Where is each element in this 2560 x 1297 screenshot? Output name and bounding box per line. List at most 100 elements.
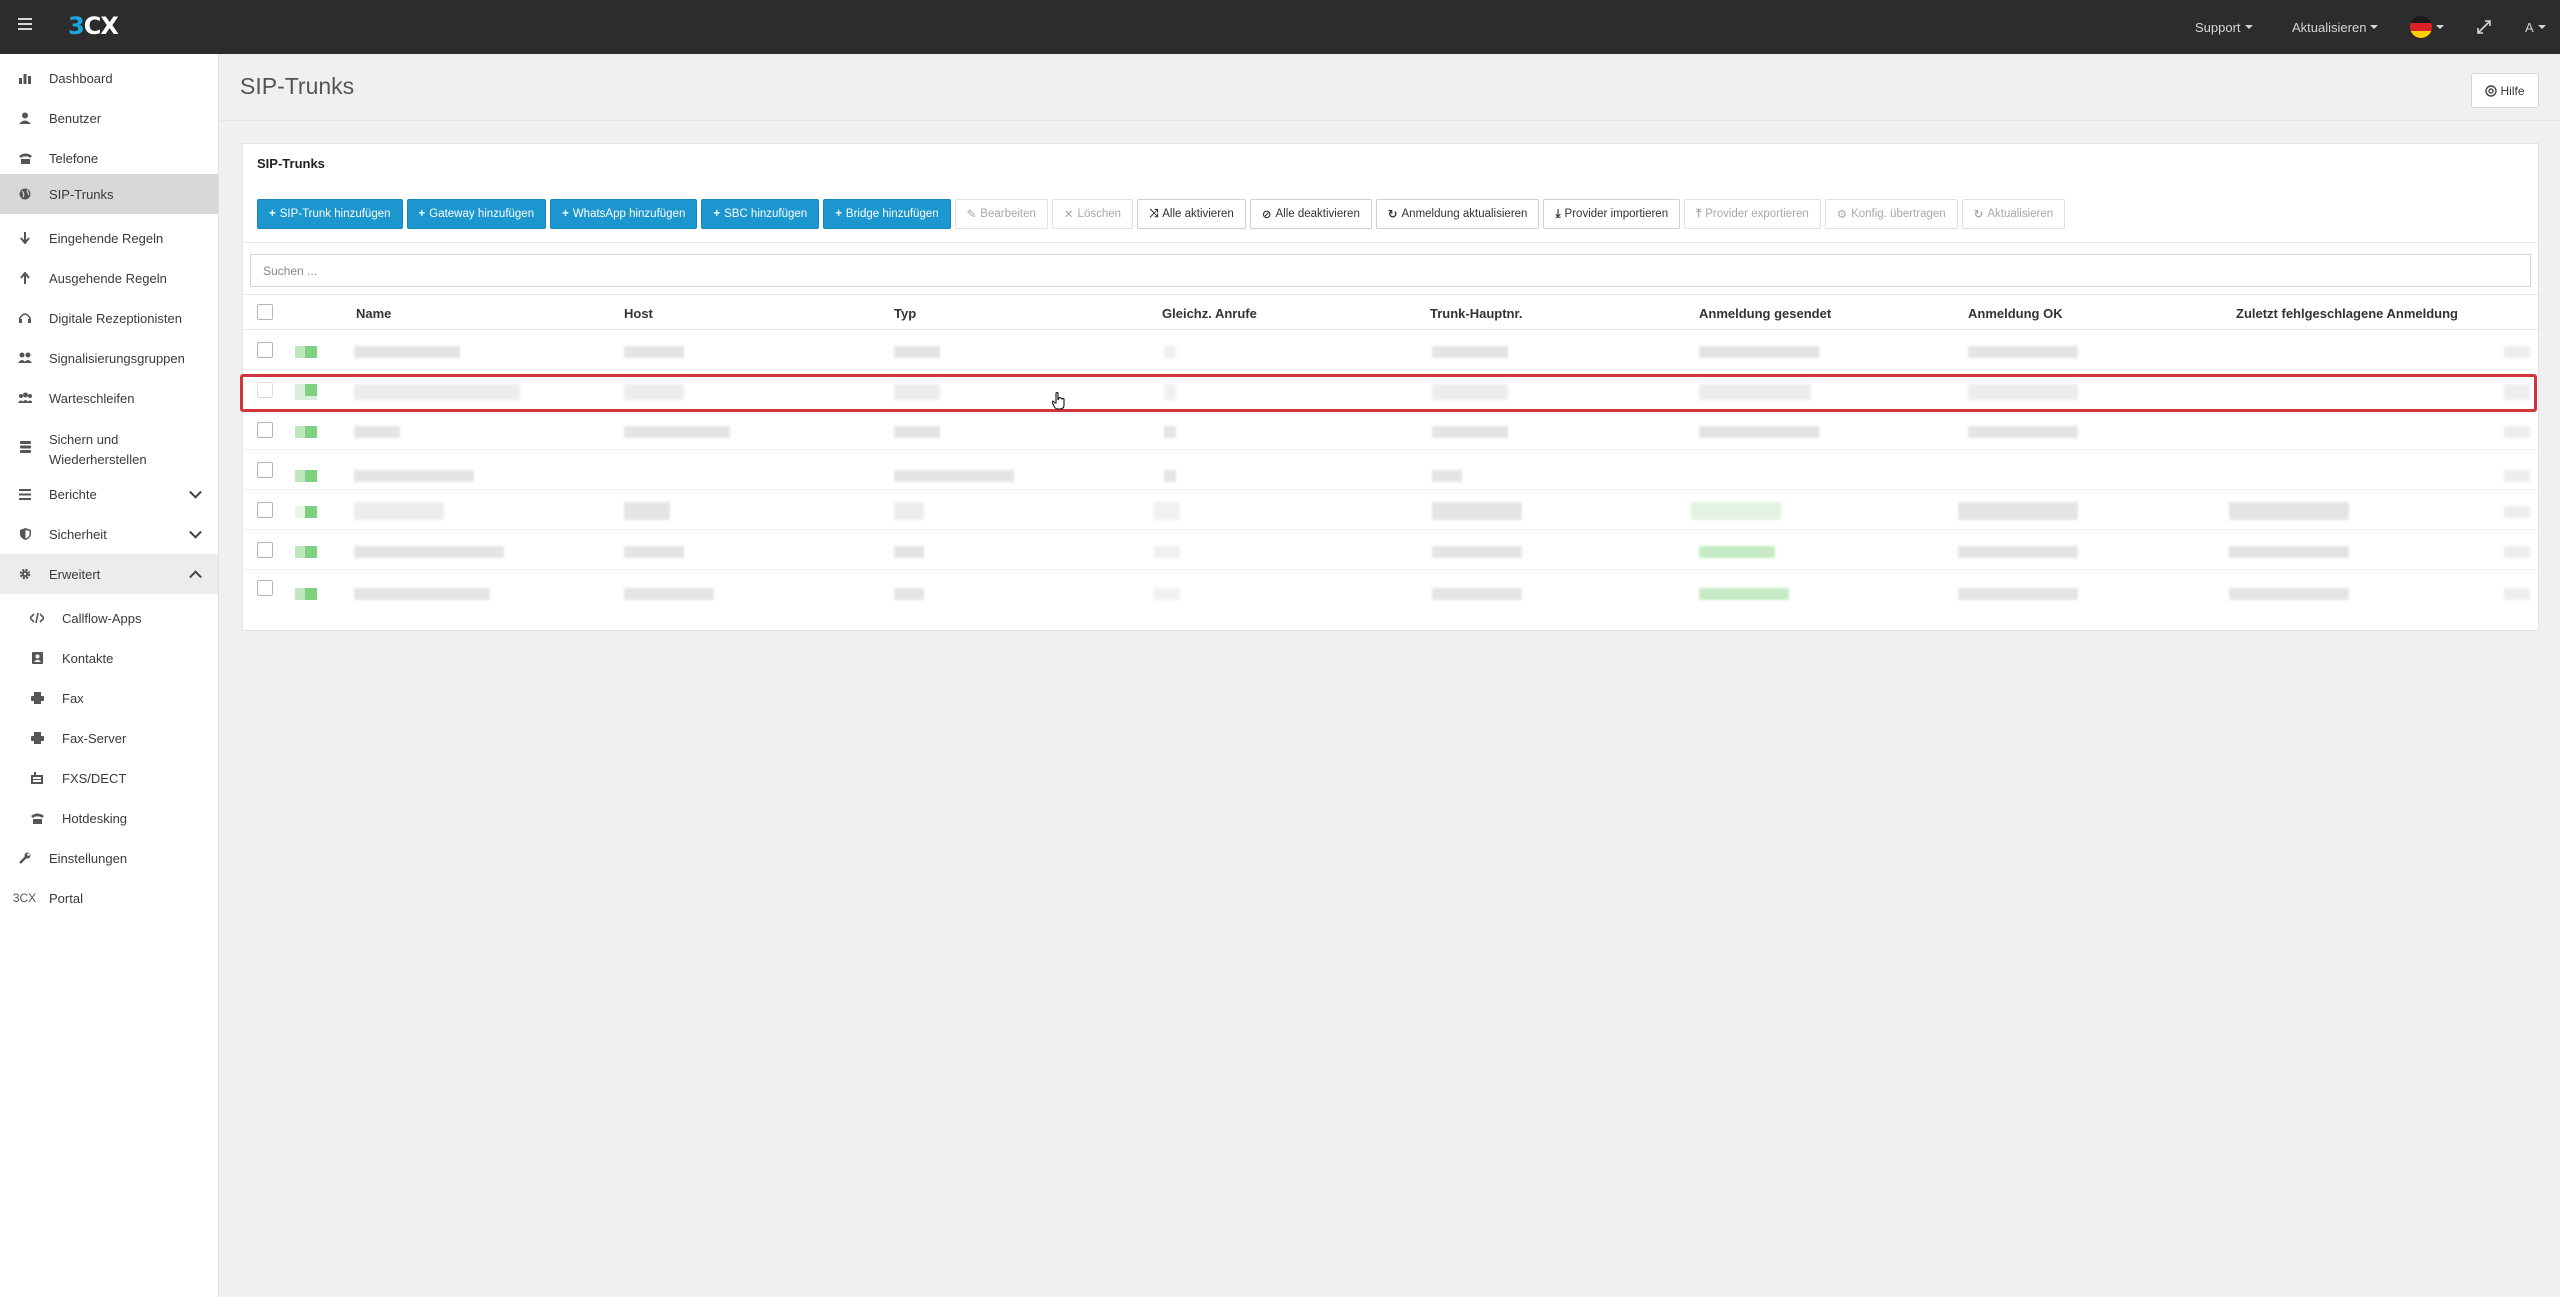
sidebar-item-einstellungen[interactable]: Einstellungen <box>0 842 218 874</box>
add-whatsapp-button[interactable]: + WhatsApp hinzufügen <box>550 199 698 229</box>
user-menu[interactable]: A <box>2525 0 2546 54</box>
redacted-registration-sent <box>1699 546 1775 558</box>
enable-all-button[interactable]: ⤨ Alle aktivieren <box>1137 199 1246 229</box>
add-bridge-button[interactable]: + Bridge hinzufügen <box>823 199 951 229</box>
column-header-host[interactable]: Host <box>624 306 653 321</box>
sidebar-item-erweitert[interactable]: Erweitert <box>0 554 218 594</box>
sidebar-item-hotdesking[interactable]: Hotdesking <box>0 802 218 834</box>
button-label: Anmeldung aktualisieren <box>1401 208 1528 220</box>
app-logo[interactable]: 3CX <box>68 12 119 40</box>
hamburger-menu-icon[interactable] <box>18 18 32 30</box>
button-label: Provider exportieren <box>1705 208 1809 220</box>
import-provider-button[interactable]: ⤓ Provider importieren <box>1543 199 1681 229</box>
users-icon <box>18 351 32 365</box>
sidebar-item-berichte[interactable]: Berichte <box>0 478 218 510</box>
add-sip-trunk-button[interactable]: + SIP-Trunk hinzufügen <box>257 199 403 229</box>
push-config-button[interactable]: ⚙ Konfig. übertragen <box>1824 199 1958 229</box>
redacted-registration-ok <box>1958 588 2078 600</box>
column-header-concurrent-calls[interactable]: Gleichz. Anrufe <box>1162 306 1257 321</box>
row-checkbox[interactable] <box>257 342 273 358</box>
row-checkbox[interactable] <box>257 422 273 438</box>
column-header-registration-ok[interactable]: Anmeldung OK <box>1968 306 2063 321</box>
select-all-checkbox[interactable] <box>257 304 273 320</box>
sidebar-item-ausgehende-regeln[interactable]: Ausgehende Regeln <box>0 262 218 294</box>
refresh-registration-button[interactable]: ↻ Anmeldung aktualisieren <box>1375 199 1540 229</box>
delete-button[interactable]: ✕ Löschen <box>1051 199 1134 229</box>
sidebar-item-benutzer[interactable]: Benutzer <box>0 102 218 134</box>
page-title: SIP-Trunks <box>240 73 355 99</box>
group-icon <box>18 391 32 405</box>
sidebar-item-label: Fax <box>62 690 84 706</box>
column-header-last-failed-registration[interactable]: Zuletzt fehlgeschlagene Anmeldung <box>2236 306 2458 321</box>
row-checkbox[interactable] <box>257 580 273 596</box>
redacted-host <box>624 588 714 600</box>
redacted-last-failed <box>2229 502 2349 520</box>
search-input[interactable] <box>250 254 2531 287</box>
sidebar-item-label: Erweitert <box>49 566 101 582</box>
sidebar-item-warteschleifen[interactable]: Warteschleifen <box>0 382 218 414</box>
column-header-registration-sent[interactable]: Anmeldung gesendet <box>1699 306 1831 321</box>
arrow-up-icon <box>18 271 32 285</box>
disable-all-button[interactable]: ⊘ Alle deaktivieren <box>1249 199 1372 229</box>
german-flag-icon <box>2410 16 2432 38</box>
caret-down-icon <box>2436 25 2444 29</box>
sidebar-item-label: Sichern und Wiederherstellen <box>49 432 147 467</box>
table-row[interactable] <box>243 330 2538 370</box>
sidebar-item-eingehende-regeln[interactable]: Eingehende Regeln <box>0 222 218 254</box>
headset-icon <box>18 311 32 325</box>
caret-down-icon <box>2370 25 2379 29</box>
table-row[interactable] <box>243 570 2538 610</box>
column-header-trunk-main-number[interactable]: Trunk-Hauptnr. <box>1430 306 1522 321</box>
row-checkbox[interactable] <box>257 502 273 518</box>
sidebar-item-fxs-dect[interactable]: FXS/DECT <box>0 762 218 794</box>
chevron-down-icon <box>189 525 202 539</box>
export-provider-button[interactable]: ⤒ Provider exportieren <box>1684 199 1821 229</box>
add-sbc-button[interactable]: + SBC hinzufügen <box>701 199 820 229</box>
help-button[interactable]: Hilfe <box>2471 73 2539 108</box>
sip-trunks-panel: SIP-Trunks + SIP-Trunk hinzufügen + Gatewa… <box>242 143 2539 631</box>
redacted-row-end <box>2504 588 2530 600</box>
status-indicator <box>295 470 317 482</box>
row-checkbox[interactable] <box>257 382 273 398</box>
sidebar-item-fax[interactable]: Fax <box>0 682 218 714</box>
sidebar-item-label: Warteschleifen <box>49 390 135 406</box>
refresh-button[interactable]: ↻ Aktualisieren <box>1961 199 2066 229</box>
redacted-registration-ok <box>1968 426 2078 438</box>
sidebar-item-kontakte[interactable]: Kontakte <box>0 642 218 674</box>
language-menu[interactable] <box>2410 0 2444 54</box>
redacted-type <box>894 346 940 358</box>
table-row-highlighted[interactable] <box>243 370 2538 410</box>
sidebar-item-telefone[interactable]: Telefone <box>0 142 218 174</box>
sidebar-item-label: Eingehende Regeln <box>49 230 164 246</box>
wrench-icon <box>18 851 32 865</box>
globe-icon <box>18 187 32 201</box>
fullscreen-button[interactable] <box>2477 0 2491 54</box>
table-row[interactable] <box>243 530 2538 570</box>
support-menu[interactable]: Support <box>2195 0 2253 54</box>
edit-button[interactable]: ✎ Bearbeiten <box>954 199 1048 229</box>
table-row[interactable] <box>243 490 2538 530</box>
sidebar-item-digitale-rezeptionisten[interactable]: Digitale Rezeptionisten <box>0 302 218 334</box>
sidebar-item-signalisierungsgruppen[interactable]: Signalisierungsgruppen <box>0 342 218 374</box>
sidebar-item-sicherheit[interactable]: Sicherheit <box>0 518 218 550</box>
sidebar-item-callflow-apps[interactable]: Callflow-Apps <box>0 602 218 634</box>
add-gateway-button[interactable]: + Gateway hinzufügen <box>406 199 547 229</box>
redacted-name <box>354 384 520 400</box>
refresh-icon: ↻ <box>1973 209 1984 221</box>
sidebar-item-sip-trunks[interactable]: SIP-Trunks <box>0 174 218 214</box>
sidebar-item-sichern-und-wiederherstellen[interactable]: Sichern und Wiederherstellen <box>0 422 218 472</box>
sidebar-item-portal[interactable]: 3CX Portal <box>0 882 218 914</box>
table-row[interactable] <box>243 450 2538 490</box>
sidebar-item-fax-server[interactable]: Fax-Server <box>0 722 218 754</box>
row-checkbox[interactable] <box>257 462 273 478</box>
sidebar-item-label: Kontakte <box>62 650 114 666</box>
sidebar-item-dashboard[interactable]: Dashboard <box>0 62 218 94</box>
column-header-type[interactable]: Typ <box>894 306 916 321</box>
row-checkbox[interactable] <box>257 542 273 558</box>
toolbar: + SIP-Trunk hinzufügen + Gateway hinzufüge… <box>257 199 2069 229</box>
column-header-name[interactable]: Name <box>356 306 391 321</box>
redacted-row-end <box>2504 346 2530 358</box>
redacted-type <box>894 588 924 600</box>
update-menu[interactable]: Aktualisieren <box>2292 0 2379 54</box>
table-row[interactable] <box>243 410 2538 450</box>
